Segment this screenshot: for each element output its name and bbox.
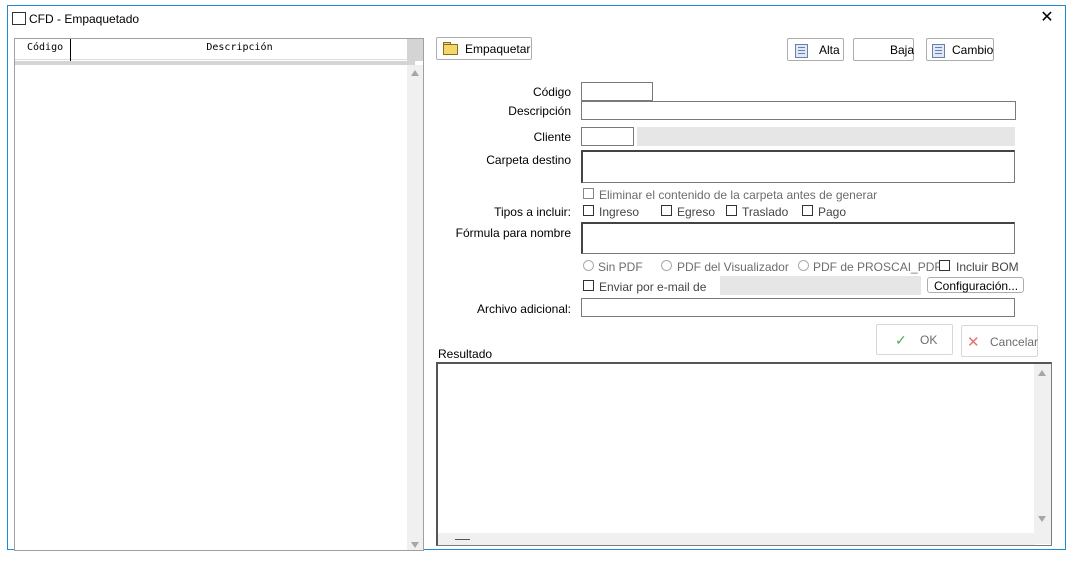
carpeta-destino-field[interactable] <box>581 150 1015 183</box>
tipo-egreso-label: Egreso <box>677 205 716 219</box>
alta-button[interactable]: Alta <box>787 38 844 61</box>
scroll-down-icon[interactable] <box>411 542 419 548</box>
resultado-horizontal-scrollbar[interactable] <box>438 533 1035 545</box>
archivo-adicional-field[interactable] <box>581 298 1015 317</box>
tipo-ingreso-label: Ingreso <box>599 205 640 219</box>
eliminar-contenido-label: Eliminar el contenido de la carpeta ante… <box>599 188 878 202</box>
cliente-field[interactable] <box>581 127 634 146</box>
baja-label: Baja <box>890 43 915 57</box>
empaquetar-button[interactable]: Empaquetar <box>436 37 532 60</box>
tipo-pago-checkbox[interactable] <box>802 205 813 216</box>
tipo-traslado-checkbox[interactable] <box>726 205 737 216</box>
cliente-name-field <box>637 127 1015 146</box>
pdf-visualizador-radio[interactable] <box>661 260 672 271</box>
resultado-vertical-scrollbar[interactable] <box>1034 364 1051 544</box>
column-header-descripcion[interactable]: Descripción <box>72 39 407 59</box>
sin-pdf-label: Sin PDF <box>598 260 643 274</box>
alta-label: Alta <box>819 43 840 57</box>
pdf-visualizador-label: PDF del Visualizador <box>677 260 789 274</box>
archivo-adicional-label: Archivo adicional: <box>476 302 571 316</box>
grid-corner <box>407 39 423 61</box>
tipo-traslado-label: Traslado <box>742 205 789 219</box>
tipos-incluir-label: Tipos a incluir: <box>494 205 571 219</box>
formula-nombre-field[interactable] <box>581 222 1015 254</box>
codigo-field[interactable] <box>581 82 653 101</box>
packages-grid[interactable]: Código Descripción <box>14 38 424 551</box>
folder-icon <box>443 44 458 55</box>
cancel-button[interactable]: ✕ Cancelar <box>961 325 1038 357</box>
resultado-area[interactable] <box>436 362 1052 546</box>
close-icon[interactable]: ✕ <box>1037 8 1057 28</box>
configuracion-label: Configuración... <box>934 279 1019 293</box>
scroll-thumb[interactable] <box>455 539 470 540</box>
pdf-proscai-label: PDF de PROSCAI_PDF <box>813 260 942 274</box>
incluir-bom-checkbox[interactable] <box>939 260 950 271</box>
tipo-ingreso-checkbox[interactable] <box>583 205 594 216</box>
formula-nombre-label: Fórmula para nombre <box>455 226 571 240</box>
baja-button[interactable]: Baja <box>853 38 914 61</box>
email-field <box>720 276 921 295</box>
configuracion-button[interactable]: Configuración... <box>927 277 1024 293</box>
eliminar-contenido-checkbox[interactable] <box>583 188 594 199</box>
window-title: CFD - Empaquetado <box>29 12 140 26</box>
scroll-up-icon[interactable] <box>411 70 419 76</box>
alta-icon <box>795 44 808 58</box>
grid-header: Código Descripción <box>15 39 407 65</box>
scroll-down-icon[interactable] <box>1038 516 1046 522</box>
incluir-bom-label: Incluir BOM <box>956 260 1019 274</box>
cancel-label: Cancelar <box>990 335 1039 349</box>
enviar-email-label: Enviar por e-mail de <box>599 280 707 294</box>
sin-pdf-radio[interactable] <box>583 260 594 271</box>
codigo-label: Código <box>532 85 571 99</box>
descripcion-field[interactable] <box>581 101 1016 120</box>
grid-vertical-scrollbar[interactable] <box>407 65 423 550</box>
cambio-icon <box>932 44 945 58</box>
empaquetar-label: Empaquetar <box>465 42 531 56</box>
ok-button[interactable]: ✓ OK <box>876 324 953 355</box>
tipo-pago-label: Pago <box>818 205 847 219</box>
pdf-proscai-radio[interactable] <box>798 260 809 271</box>
enviar-email-checkbox[interactable] <box>583 280 594 291</box>
descripcion-label: Descripción <box>508 104 571 118</box>
ok-check-icon: ✓ <box>895 332 907 348</box>
resultado-label: Resultado <box>438 347 493 361</box>
grid-header-divider <box>15 61 415 65</box>
scroll-up-icon[interactable] <box>1038 370 1046 376</box>
cambio-button[interactable]: Cambio <box>926 38 994 61</box>
cliente-label: Cliente <box>533 130 571 144</box>
cancel-x-icon: ✕ <box>967 334 980 351</box>
tipo-egreso-checkbox[interactable] <box>661 205 672 216</box>
ok-label: OK <box>920 333 938 347</box>
window-icon <box>12 12 26 25</box>
carpeta-destino-label: Carpeta destino <box>486 153 571 167</box>
title-bar: CFD - Empaquetado ✕ <box>8 6 1065 32</box>
app-window: CFD - Empaquetado ✕ Código Descripción E… <box>7 5 1066 551</box>
cambio-label: Cambio <box>952 43 994 57</box>
